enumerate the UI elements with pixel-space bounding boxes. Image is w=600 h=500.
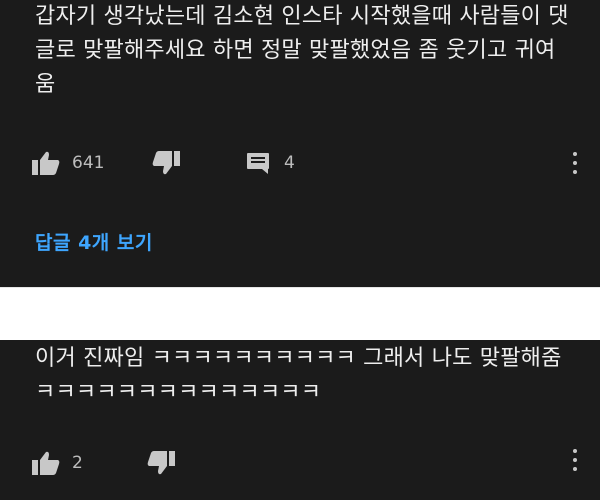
reply-count: 4: [284, 153, 295, 173]
comment-text: 이거 진짜임 ㅋㅋㅋㅋㅋㅋㅋㅋㅋㅋ 그래서 나도 맞팔해줌 ㅋㅋㅋㅋㅋㅋㅋㅋㅋㅋ…: [35, 346, 562, 405]
comment-actions: 2: [32, 448, 241, 478]
view-replies-link[interactable]: 답글 4개 보기: [35, 228, 153, 255]
like-button[interactable]: 641: [32, 151, 152, 175]
thumbs-down-icon: [152, 151, 180, 175]
more-vertical-icon[interactable]: [570, 449, 580, 471]
dislike-button[interactable]: [147, 451, 241, 475]
like-button[interactable]: 2: [32, 451, 147, 475]
comment-2: 이거 진짜임 ㅋㅋㅋㅋㅋㅋㅋㅋㅋㅋ 그래서 나도 맞팔해줌 ㅋㅋㅋㅋㅋㅋㅋㅋㅋㅋ…: [0, 340, 600, 500]
thumbs-down-icon: [147, 451, 175, 475]
dislike-button[interactable]: [152, 151, 246, 175]
comment-1: 갑자기 생각났는데 김소현 인스타 시작했을때 사람들이 댓글로 맞팔해주세요 …: [0, 0, 600, 287]
comment-icon: [247, 153, 269, 174]
comment-text: 갑자기 생각났는데 김소현 인스타 시작했을때 사람들이 댓글로 맞팔해주세요 …: [35, 4, 569, 97]
like-count: 2: [72, 453, 83, 473]
comment-actions: 641 4: [32, 148, 295, 178]
divider-band: [0, 287, 600, 340]
like-count: 641: [72, 153, 105, 173]
reply-count-button[interactable]: 4: [246, 152, 295, 174]
more-vertical-icon[interactable]: [570, 152, 580, 174]
thumbs-up-icon: [32, 451, 60, 475]
thumbs-up-icon: [32, 151, 60, 175]
